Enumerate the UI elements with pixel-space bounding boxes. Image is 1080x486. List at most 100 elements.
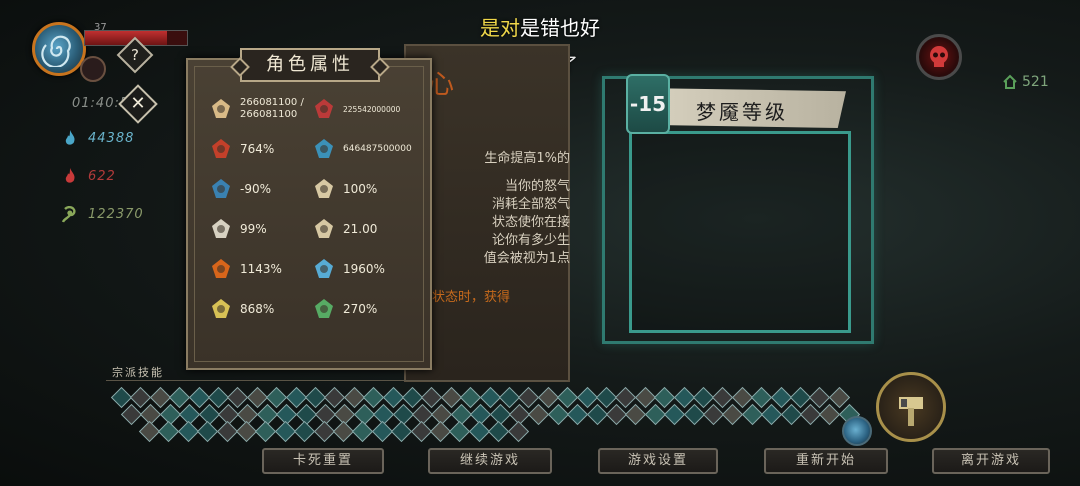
stat-value: 99%	[240, 222, 267, 236]
sect-skill-icon[interactable]	[449, 420, 471, 443]
dialogue-rest: 是错也好	[520, 16, 600, 40]
desc-line: 当你的怒气	[504, 179, 570, 194]
stat-value: 868%	[240, 302, 275, 316]
fire-icon	[208, 256, 234, 282]
crit-icon	[311, 136, 337, 162]
stat-item: 1960%	[311, 254, 414, 284]
desc-line: 生命提高1%的	[484, 151, 570, 166]
nightmare-title: 梦魇等级	[696, 100, 788, 124]
game-screen: 37 ? 01:40:50 ✕ 44388 622 122370 是对是错也好 …	[0, 0, 1080, 486]
sect-skill-icon[interactable]	[255, 420, 277, 443]
stat-item: 764%	[208, 134, 311, 164]
resource-row-red: 622	[62, 166, 116, 186]
stats-grid: 266081100 / 266081100 225542000000 764% 646…	[208, 94, 414, 324]
character-attributes-panel: 角色属性 266081100 / 266081100 225542000000 76…	[186, 48, 432, 370]
stat-value: 100%	[343, 182, 378, 196]
dialogue-line-1: 是对是错也好	[0, 12, 1080, 41]
nightmare-level-badge[interactable]: -15	[626, 74, 670, 134]
continue-game-button[interactable]: 继续游戏	[428, 448, 552, 474]
sect-skill-icon[interactable]	[528, 403, 550, 426]
close-button[interactable]: ✕	[118, 84, 158, 124]
stat-value: 270%	[343, 302, 378, 316]
house-icon	[1003, 74, 1017, 89]
stat-item: 21.00	[311, 214, 414, 244]
nightmare-level-value: -15	[629, 92, 667, 116]
sword-icon	[311, 96, 337, 122]
resource-row-blue: 44388	[62, 128, 134, 148]
nightmare-level-content	[629, 131, 851, 333]
relic-button[interactable]	[876, 372, 946, 442]
desc-line: 值会被视为1点	[483, 251, 570, 266]
ice-icon	[311, 256, 337, 282]
sect-skill-icon[interactable]	[274, 420, 296, 443]
stat-item: 1143%	[208, 254, 311, 284]
desc-line: 论你有多少生	[491, 233, 570, 248]
stat-value: 21.00	[343, 222, 378, 236]
claw-icon	[208, 136, 234, 162]
resource-value: 44388	[88, 130, 135, 146]
attributes-title: 角色属性	[240, 48, 380, 82]
stat-value: 646487500000	[343, 144, 412, 154]
skills-divider	[106, 380, 566, 381]
sect-skill-icon[interactable]	[507, 420, 529, 443]
stat-item: -90%	[208, 174, 311, 204]
sect-skill-icon[interactable]	[761, 403, 783, 426]
stat-item: 868%	[208, 294, 311, 324]
stat-item: 266081100 / 266081100	[208, 94, 311, 124]
red-flame-icon	[65, 168, 75, 183]
sect-skill-icon[interactable]	[664, 403, 686, 426]
hammer-icon	[899, 397, 923, 426]
sect-skill-icon[interactable]	[488, 420, 510, 443]
soul-counter: 521	[1002, 74, 1049, 90]
dodge-icon	[311, 176, 337, 202]
sect-skill-icon[interactable]	[371, 420, 393, 443]
stat-item: 270%	[311, 294, 414, 324]
sect-skill-icon[interactable]	[468, 420, 490, 443]
sect-skill-icon[interactable]	[819, 403, 841, 426]
sect-skill-icon[interactable]	[216, 420, 238, 443]
sect-skill-icon[interactable]	[313, 420, 335, 443]
desc-line: 状态使你在接	[491, 215, 570, 230]
restart-button[interactable]: 重新开始	[764, 448, 888, 474]
poison-icon	[311, 296, 337, 322]
resource-value: 622	[88, 168, 116, 184]
blue-flame-icon	[65, 130, 75, 145]
spiral-skill-button[interactable]	[842, 416, 872, 446]
sect-skill-icon[interactable]	[158, 420, 180, 443]
red-skull-button[interactable]	[916, 34, 962, 80]
shield-icon	[208, 216, 234, 242]
stat-item: 100%	[311, 174, 414, 204]
stat-value: 266081100 / 266081100	[240, 97, 304, 120]
soul-value: 521	[1022, 74, 1049, 90]
desc-line: 消耗全部怒气	[491, 197, 570, 212]
game-settings-button[interactable]: 游戏设置	[598, 448, 718, 474]
sect-skills-label: 宗派技能	[112, 366, 164, 379]
sect-skill-icon[interactable]	[625, 403, 647, 426]
stat-value: 764%	[240, 142, 275, 156]
sect-skill-icon[interactable]	[722, 403, 744, 426]
sect-skill-icon[interactable]	[177, 420, 199, 443]
resource-value: 122370	[88, 206, 144, 222]
dialogue-highlight: 是对	[480, 16, 520, 40]
skull-icon	[930, 46, 948, 67]
stat-item: 225542000000	[311, 94, 414, 124]
stat-value: 1143%	[240, 262, 282, 276]
sect-skill-icon[interactable]	[410, 420, 432, 443]
stat-value: 225542000000	[343, 104, 401, 114]
close-icon: ✕	[130, 93, 146, 114]
reset-stuck-button[interactable]: 卡死重置	[262, 448, 384, 474]
sect-skill-icon[interactable]	[294, 420, 316, 443]
sect-skill-icon[interactable]	[391, 420, 413, 443]
sect-skill-icon[interactable]	[197, 420, 219, 443]
talent-description: 生命提高1%的 当你的怒气 消耗全部怒气 状态使你在接 论你有多少生 值会被视为…	[430, 150, 570, 268]
green-soul-icon	[62, 205, 76, 223]
lightning-icon	[208, 296, 234, 322]
sect-skills-grid	[110, 386, 860, 444]
stat-item: 99%	[208, 214, 311, 244]
luck-icon	[311, 216, 337, 242]
cooldown-icon	[208, 176, 234, 202]
sect-skill-icon[interactable]	[352, 420, 374, 443]
sect-skill-icon[interactable]	[567, 403, 589, 426]
quit-game-button[interactable]: 离开游戏	[932, 448, 1050, 474]
resource-row-green: 122370	[62, 204, 144, 224]
